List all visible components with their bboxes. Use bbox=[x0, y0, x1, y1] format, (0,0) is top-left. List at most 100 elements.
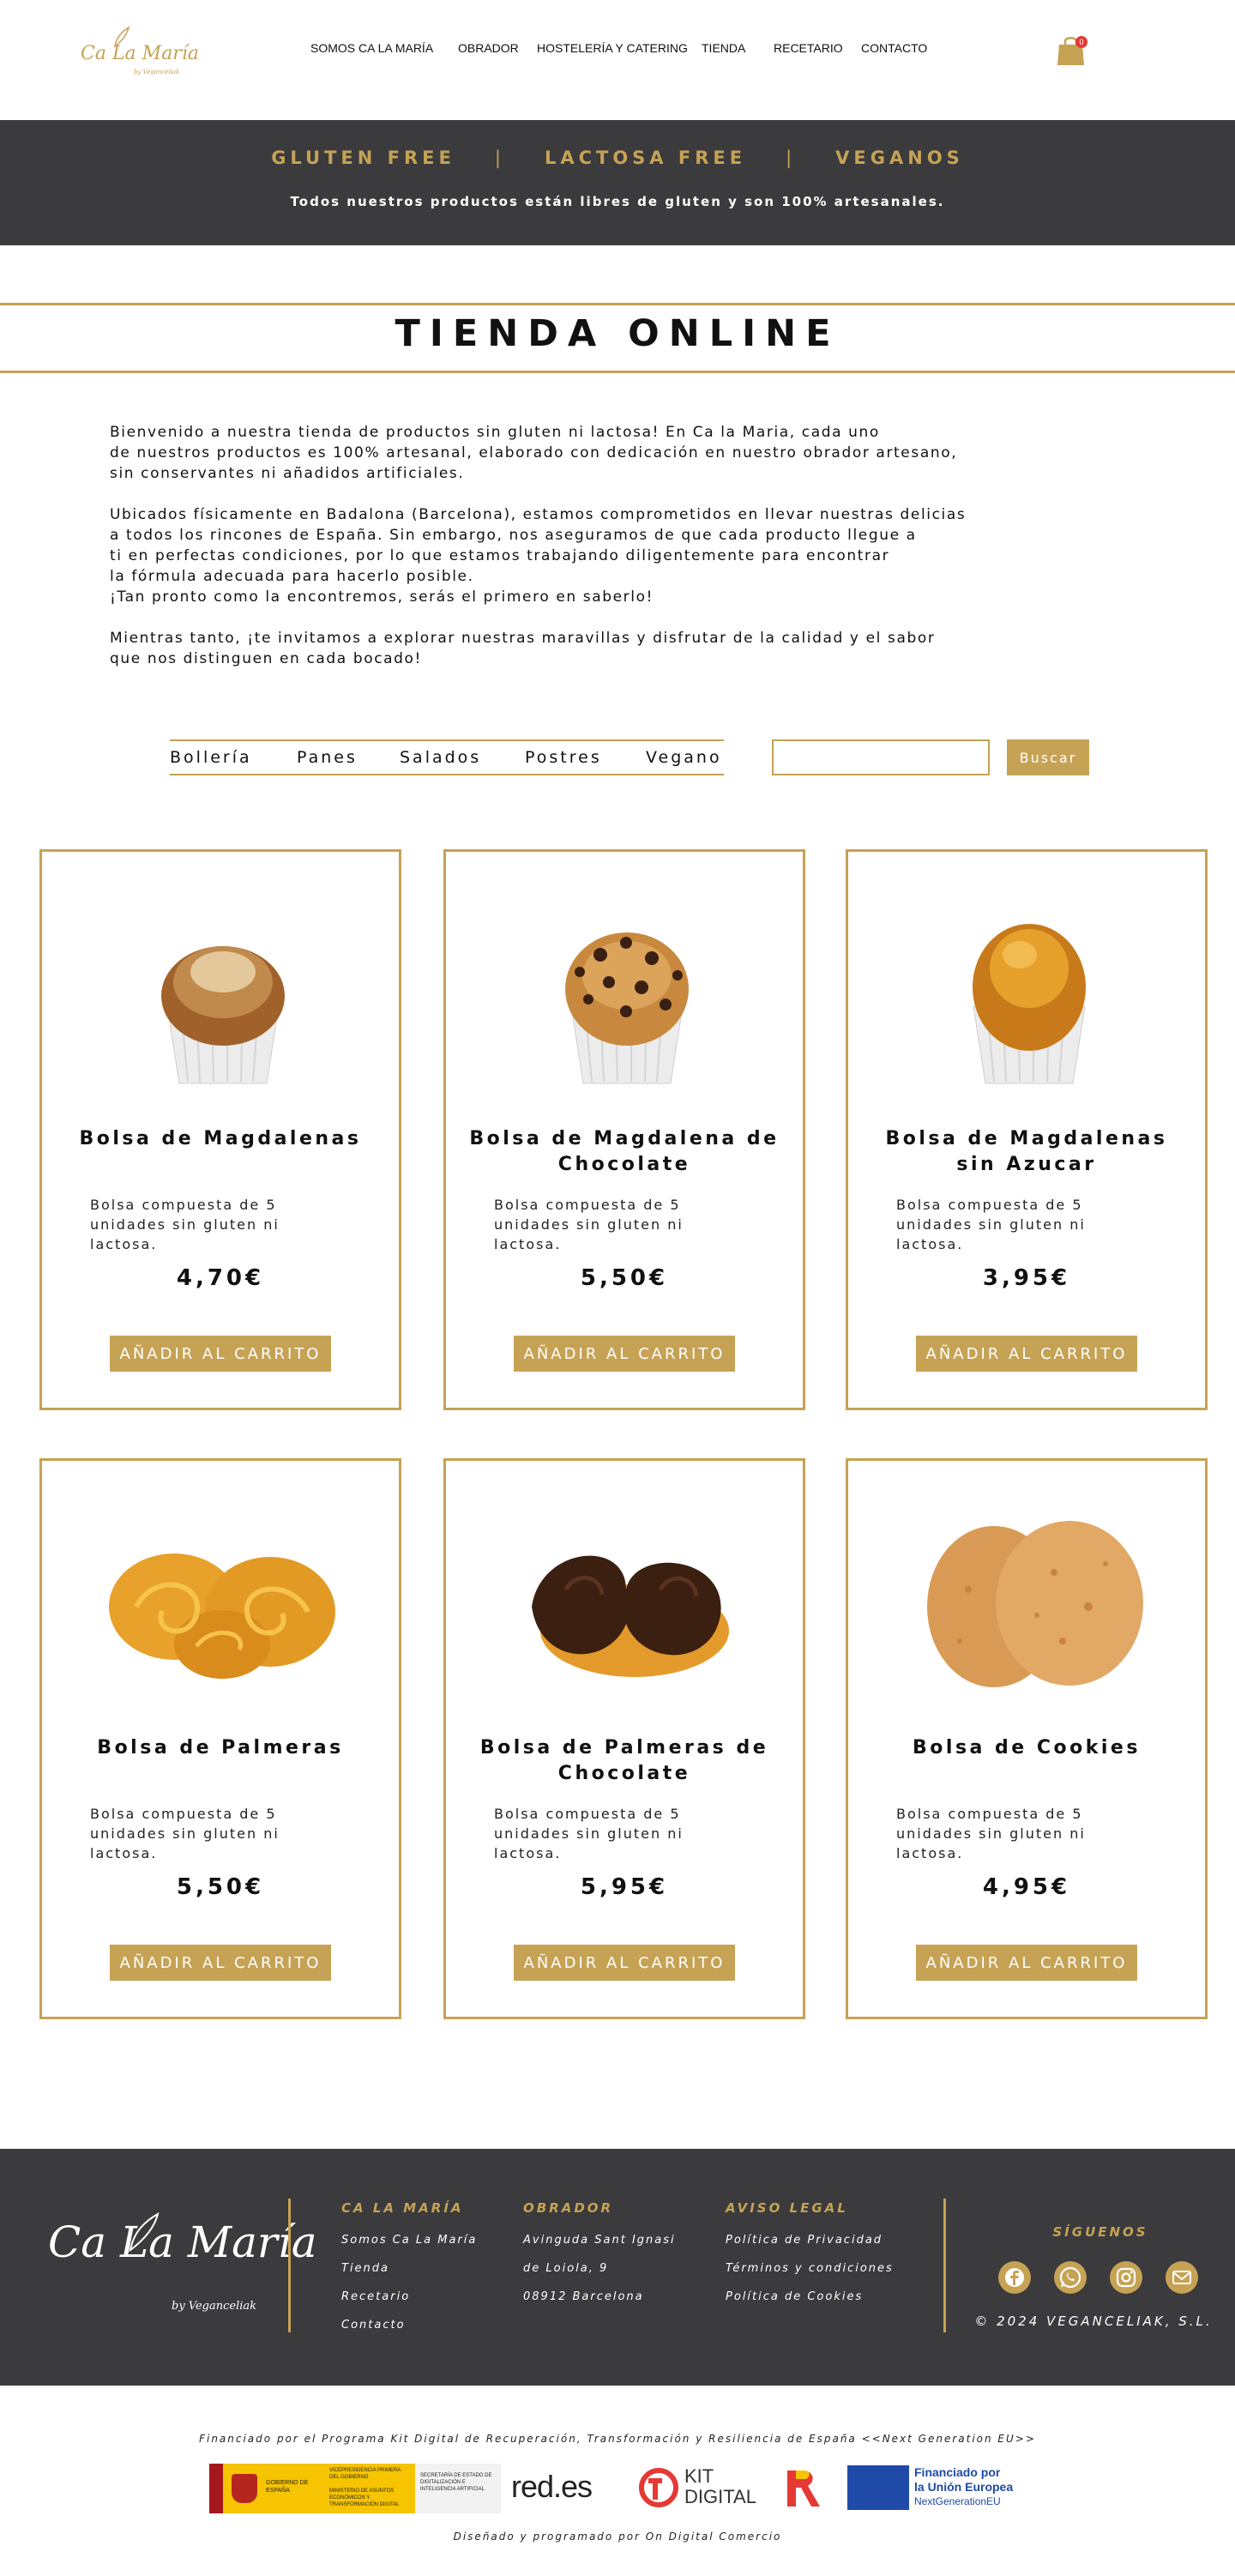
footer-col-title: OBRADOR bbox=[523, 2200, 614, 2216]
filter-panes[interactable]: Panes bbox=[297, 748, 358, 767]
designer-credit[interactable]: Diseñado y programado por On Digital Com… bbox=[0, 2531, 1235, 2543]
page-title: TIENDA ONLINE bbox=[395, 312, 840, 355]
footer-address-line: de Loiola, 9 bbox=[523, 2262, 609, 2275]
gobierno-label: GOBIERNO DE ESPAÑA bbox=[266, 2480, 309, 2494]
secretaria-estado-logo: SECRETARÍA DE ESTADO DE DIGITALIZACIÓN E… bbox=[415, 2464, 501, 2513]
product-description: Bolsa compuesta de 5 unidades sin gluten… bbox=[494, 1197, 684, 1252]
footer-col-obrador: OBRADOR Avinguda Sant Ignasi de Loiola, … bbox=[523, 2200, 676, 2311]
product-name: Bolsa de Magdalena de Chocolate bbox=[469, 1128, 780, 1175]
product-description: Bolsa compuesta de 5 unidades sin gluten… bbox=[494, 1806, 684, 1861]
footer-col-title: AVISO LEGAL bbox=[726, 2200, 848, 2216]
footer-link[interactable]: Contacto bbox=[341, 2311, 477, 2339]
magdalena-chocolate-image bbox=[565, 932, 689, 1084]
add-to-cart-button[interactable]: AÑADIR AL CARRITO bbox=[916, 1945, 1137, 1981]
secretaria-label: SECRETARÍA DE ESTADO DE DIGITALIZACIÓN E… bbox=[420, 2473, 492, 2492]
nav-recetario[interactable]: RECETARIO bbox=[774, 41, 843, 55]
footer-col-title: CA LA MARÍA bbox=[341, 2200, 464, 2216]
product-price: 4,70€ bbox=[176, 1265, 265, 1291]
palmera-image bbox=[109, 1553, 335, 1679]
intro-paragraph: Bienvenido a nuestra tienda de productos… bbox=[110, 424, 958, 482]
nav-obrador[interactable]: OBRADOR bbox=[458, 41, 519, 55]
category-filters: Bollería Panes Salados Postres Vegano bbox=[170, 739, 724, 775]
tag-gluten-free: GLUTEN FREE bbox=[271, 148, 455, 168]
add-to-cart-button[interactable]: AÑADIR AL CARRITO bbox=[916, 1336, 1137, 1372]
product-card: Bolsa de Magdalenas sin Azucar Bolsa com… bbox=[846, 849, 1208, 1410]
product-description: Bolsa compuesta de 5 unidades sin gluten… bbox=[90, 1197, 280, 1252]
whatsapp-icon[interactable] bbox=[1054, 2261, 1087, 2294]
product-name: Bolsa de Magdalenas bbox=[79, 1128, 362, 1149]
add-to-cart-button[interactable]: AÑADIR AL CARRITO bbox=[110, 1336, 331, 1372]
nav-hosteleria[interactable]: HOSTELERÍA Y CATERING bbox=[537, 41, 688, 55]
product-card: Bolsa de Magdalenas Bolsa compuesta de 5… bbox=[39, 849, 401, 1410]
redes-logo: red.es bbox=[511, 2469, 593, 2504]
product-price: 4,95€ bbox=[982, 1874, 1071, 1900]
instagram-icon[interactable] bbox=[1110, 2261, 1142, 2294]
nav-contacto[interactable]: CONTACTO bbox=[861, 41, 927, 55]
palmera-chocolate-image bbox=[532, 1555, 729, 1677]
footer-link[interactable]: Somos Ca La María bbox=[341, 2226, 477, 2254]
eu-label-1: Financiado por bbox=[914, 2465, 1001, 2479]
product-card: Bolsa de Magdalena de Chocolate Bolsa co… bbox=[443, 849, 805, 1410]
gobierno-espana-logo: GOBIERNO DE ESPAÑA VICEPRESIDENCIA PRIME… bbox=[209, 2464, 415, 2513]
mail-icon[interactable] bbox=[1166, 2261, 1198, 2294]
facebook-icon[interactable] bbox=[998, 2261, 1031, 2294]
product-card: Bolsa de Palmeras Bolsa compuesta de 5 u… bbox=[39, 1458, 401, 2019]
product-price: 3,95€ bbox=[982, 1265, 1071, 1291]
plan-recuperacion-icon bbox=[787, 2470, 820, 2507]
footer-link[interactable]: Recetario bbox=[341, 2283, 477, 2311]
banner-tags: GLUTEN FREE | LACTOSA FREE | VEGANOS bbox=[0, 148, 1235, 168]
product-price: 5,95€ bbox=[580, 1874, 669, 1900]
footer-logo-subtitle: by Veganceliak bbox=[172, 2300, 257, 2313]
product-description: Bolsa compuesta de 5 unidades sin gluten… bbox=[896, 1197, 1086, 1252]
tag-separator: | bbox=[494, 148, 505, 168]
logo-text: Ca La María bbox=[81, 43, 199, 64]
filter-vegano[interactable]: Vegano bbox=[646, 748, 722, 767]
product-price: 5,50€ bbox=[580, 1265, 669, 1291]
brand-logo[interactable]: Ca La María by Veganceliak bbox=[77, 24, 199, 81]
footer-address-line: 08912 Barcelona bbox=[523, 2290, 644, 2303]
kit-digital-logo: KIT DIGITAL bbox=[636, 2465, 774, 2512]
product-description: Bolsa compuesta de 5 unidades sin gluten… bbox=[90, 1806, 280, 1861]
site-header: Ca La María by Veganceliak SOMOS CA LA M… bbox=[0, 0, 1235, 120]
product-name: Bolsa de Magdalenas sin Azucar bbox=[885, 1128, 1168, 1175]
intro-paragraph: Ubicados físicamente en Badalona (Barcel… bbox=[110, 506, 967, 606]
magdalena-image bbox=[161, 946, 285, 1084]
product-name: Bolsa de Palmeras bbox=[97, 1737, 344, 1759]
cart-count-badge: 0 bbox=[1075, 36, 1087, 48]
filter-postres[interactable]: Postres bbox=[525, 748, 602, 767]
product-price: 5,50€ bbox=[176, 1874, 265, 1900]
filter-bolleria[interactable]: Bollería bbox=[170, 748, 252, 767]
filter-salados[interactable]: Salados bbox=[400, 748, 481, 767]
cart-button[interactable]: 0 bbox=[1057, 34, 1087, 65]
tag-veganos: VEGANOS bbox=[835, 148, 964, 168]
follow-title: SÍGUENOS bbox=[1052, 2224, 1148, 2240]
intro-text: Bienvenido a nuestra tienda de productos… bbox=[110, 422, 1139, 690]
search-input[interactable] bbox=[772, 739, 990, 775]
intro-paragraph: Mientras tanto, ¡te invitamos a explorar… bbox=[110, 630, 936, 667]
eu-label-3: NextGenerationEU bbox=[914, 2495, 1001, 2507]
product-name: Bolsa de Palmeras de Chocolate bbox=[479, 1737, 769, 1784]
banner-subtitle: Todos nuestros productos están libres de… bbox=[290, 194, 945, 209]
product-name: Bolsa de Cookies bbox=[913, 1737, 1141, 1759]
footer-link[interactable]: Política de Cookies bbox=[726, 2283, 894, 2311]
nav-tienda[interactable]: TIENDA bbox=[702, 41, 745, 55]
social-links bbox=[998, 2261, 1204, 2295]
footer-link[interactable]: Política de Privacidad bbox=[726, 2226, 894, 2254]
add-to-cart-button[interactable]: AÑADIR AL CARRITO bbox=[514, 1945, 735, 1981]
add-to-cart-button[interactable]: AÑADIR AL CARRITO bbox=[110, 1945, 331, 1981]
site-footer: Ca La María by Veganceliak CA LA MARÍA S… bbox=[0, 2149, 1235, 2386]
footer-link[interactable]: Tienda bbox=[341, 2254, 477, 2283]
footer-logo[interactable]: Ca La María bbox=[48, 2217, 317, 2267]
footer-link[interactable]: Términos y condiciones bbox=[726, 2254, 894, 2283]
footer-col-ca-la-maria: CA LA MARÍA Somos Ca La María Tienda Rec… bbox=[341, 2200, 477, 2339]
search-button[interactable]: Buscar bbox=[1007, 739, 1089, 775]
copyright-text: © 2024 VEGANCELIAK, S.L. bbox=[974, 2314, 1213, 2329]
ministerio-label: MINISTERIO DE ASUNTOS ECONÓMICOS Y TRANS… bbox=[329, 2489, 400, 2507]
product-card: Bolsa de Cookies Bolsa compuesta de 5 un… bbox=[846, 1458, 1208, 2019]
footer-address-line: Avinguda Sant Ignasi bbox=[523, 2234, 676, 2247]
product-description: Bolsa compuesta de 5 unidades sin gluten… bbox=[896, 1806, 1086, 1861]
add-to-cart-button[interactable]: AÑADIR AL CARRITO bbox=[514, 1336, 735, 1372]
cookies-image bbox=[927, 1521, 1143, 1687]
nav-somos[interactable]: SOMOS CA LA MARÍA bbox=[310, 41, 433, 55]
tag-lactosa-free: LACTOSA FREE bbox=[544, 148, 747, 168]
